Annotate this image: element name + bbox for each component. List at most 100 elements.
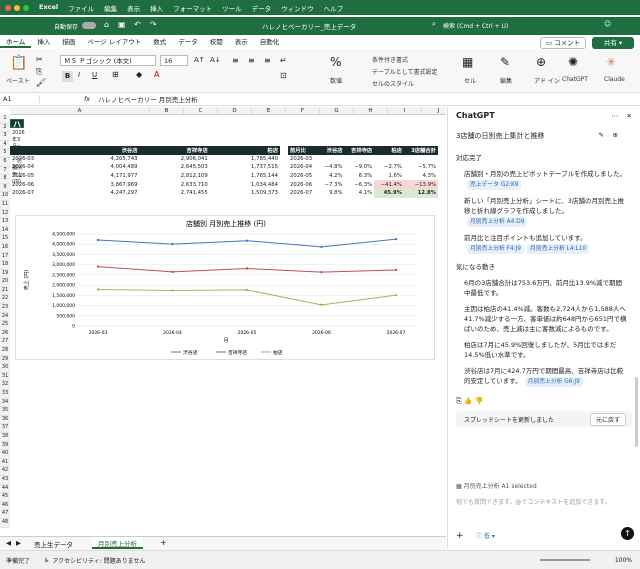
table-cell[interactable]: 1,785,440	[210, 155, 280, 164]
italic-button[interactable]: I	[78, 71, 80, 79]
table-cell[interactable]: 2,645,503	[140, 163, 210, 172]
column-header[interactable]: E	[252, 107, 286, 114]
zoom-window-icon[interactable]	[23, 4, 29, 11]
row-header[interactable]: 32	[0, 381, 10, 390]
increase-font-icon[interactable]: A↑	[194, 56, 205, 64]
home-icon[interactable]: ⌂	[104, 20, 109, 29]
table-cell[interactable]: 4.2%	[319, 172, 345, 181]
table-cell[interactable]: 2026-03	[288, 155, 319, 164]
row-header[interactable]: 10	[0, 192, 10, 201]
conditional-format-button[interactable]: 条件付き書式	[372, 55, 408, 64]
row-header[interactable]: 33	[0, 390, 10, 399]
table-cell[interactable]: 2026-06	[10, 180, 69, 189]
row-header[interactable]: 6	[0, 157, 10, 167]
row-header[interactable]: 9	[0, 183, 10, 193]
table-header-cell[interactable]	[10, 146, 70, 155]
column-header[interactable]: D	[218, 107, 252, 114]
tab-automate[interactable]: 自動化	[254, 36, 286, 48]
column-header[interactable]: H	[354, 107, 388, 114]
sheet-title[interactable]: ハレノヒベーカリー 月別売上分析	[10, 119, 24, 255]
undo-icon[interactable]: ↶	[134, 20, 141, 29]
column-header[interactable]: I	[388, 107, 422, 114]
table-cell[interactable]: −41.4%	[374, 180, 404, 189]
row-header[interactable]: 26	[0, 329, 10, 339]
name-box[interactable]: A1	[0, 95, 40, 103]
edit-icon[interactable]: ✎	[500, 55, 510, 69]
table-cell[interactable]: 2,633,710	[140, 180, 210, 189]
table-cell[interactable]: 2026-03	[10, 155, 69, 164]
font-family-select[interactable]: ＭＳ Ｐゴシック (本文)	[60, 55, 156, 66]
row-header[interactable]: 22	[0, 295, 10, 305]
row-header[interactable]: 21	[0, 286, 10, 296]
row-header[interactable]: 31	[0, 372, 10, 382]
cut-icon[interactable]: ✂	[36, 55, 43, 64]
tab-home[interactable]: ホーム	[0, 36, 32, 48]
table-cell[interactable]: 4,247,297	[69, 189, 139, 198]
table-cell[interactable]: −5.7%	[404, 163, 438, 172]
tab-insert[interactable]: 挿入	[31, 36, 56, 48]
table-format-button[interactable]: テーブルとして書式設定	[372, 67, 437, 76]
row-header[interactable]: 40	[0, 450, 10, 459]
row-header[interactable]: 29	[0, 355, 10, 365]
tab-data[interactable]: データ	[172, 36, 204, 48]
table-cell[interactable]	[345, 155, 375, 164]
menu-help[interactable]: ヘルプ	[324, 3, 344, 13]
row-header[interactable]: 34	[0, 398, 10, 408]
table-cell[interactable]: 2,741,455	[140, 189, 210, 198]
row-header[interactable]: 16	[0, 243, 10, 253]
add-sheet-icon[interactable]: +	[160, 538, 167, 547]
row-header[interactable]: 47	[0, 510, 10, 519]
table-cell[interactable]: 4.1%	[345, 189, 375, 198]
align-right-icon[interactable]: ≡	[264, 56, 271, 65]
row-header[interactable]: 5	[0, 149, 10, 158]
column-header[interactable]: B	[150, 107, 184, 114]
table-cell[interactable]: −13.9%	[403, 180, 438, 189]
prev-sheet-icon[interactable]: ◀	[6, 539, 11, 547]
table-cell[interactable]: −9.0%	[345, 163, 375, 172]
row-header[interactable]: 39	[0, 441, 10, 451]
row-header[interactable]: 18	[0, 261, 10, 270]
zoom-slider[interactable]	[540, 559, 590, 561]
fill-color-icon[interactable]: ◆	[136, 70, 142, 79]
row-header[interactable]: 28	[0, 347, 10, 356]
table-cell[interactable]: 4,205,743	[69, 155, 139, 164]
row-header[interactable]: 2	[0, 123, 10, 133]
menu-view[interactable]: 表示	[127, 3, 140, 13]
line-chart[interactable]: 店舗別 月別売上推移 (円) 0 500,000 1,000,000 1,500,000…	[15, 215, 435, 360]
font-size-select[interactable]: 16	[160, 55, 188, 66]
table-header-cell[interactable]: 前月比	[288, 146, 319, 155]
minimize-window-icon[interactable]	[14, 4, 20, 11]
column-header[interactable]: G	[320, 107, 354, 114]
bold-button[interactable]: B	[62, 71, 73, 82]
table-header-cell[interactable]: 柏店	[374, 146, 404, 155]
column-header[interactable]: J	[422, 107, 446, 114]
table-cell[interactable]: 2026-04	[288, 163, 319, 172]
table-header-cell[interactable]: 渋谷店	[318, 146, 345, 155]
row-header[interactable]: 27	[0, 338, 10, 348]
border-icon[interactable]: ⊞	[112, 70, 119, 79]
next-sheet-icon[interactable]: ▶	[16, 539, 21, 547]
column-header[interactable]: A	[10, 107, 150, 114]
underline-button[interactable]: U	[92, 71, 97, 79]
row-header[interactable]: 43	[0, 475, 10, 485]
menu-insert[interactable]: 挿入	[150, 3, 163, 13]
more-icon[interactable]: ⋯	[612, 112, 619, 120]
table-header-cell[interactable]: 吉祥寺店	[139, 146, 210, 155]
font-color-icon[interactable]: A	[154, 70, 159, 79]
copy-icon[interactable]: ⎘	[36, 67, 42, 77]
addin-icon[interactable]: ⊕	[536, 55, 546, 69]
table-cell[interactable]: 3,867,969	[69, 180, 139, 189]
format-painter-icon[interactable]: 🖌	[36, 78, 46, 87]
menu-edit[interactable]: 編集	[104, 3, 117, 13]
row-header[interactable]: 11	[0, 200, 10, 210]
row-header[interactable]: 44	[0, 484, 10, 494]
row-header[interactable]: 7	[0, 166, 10, 176]
decrease-font-icon[interactable]: A↓	[210, 56, 221, 64]
tab-review[interactable]: 校閲	[204, 36, 229, 48]
table-cell[interactable]: 1,737,515	[210, 163, 280, 172]
table-cell[interactable]: 1,509,373	[210, 189, 280, 198]
comment-button[interactable]: ▭ コメント	[540, 37, 586, 49]
paste-icon[interactable]: 📋	[10, 55, 27, 71]
table-cell[interactable]: 2,812,109	[140, 172, 210, 181]
row-header[interactable]: 3	[0, 132, 10, 141]
